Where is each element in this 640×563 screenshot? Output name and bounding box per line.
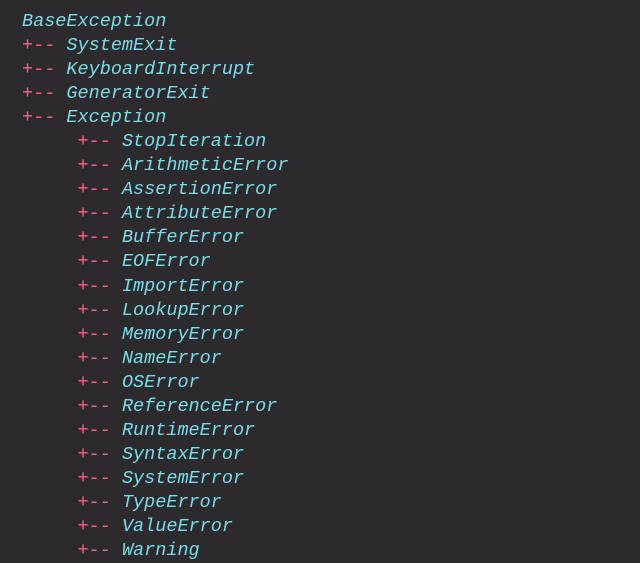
exception-name: LookupError — [122, 300, 244, 321]
tree-item: +-- EOFError — [22, 250, 618, 274]
tree-connector: +-- — [78, 516, 122, 537]
tree-item: +-- SystemExit — [22, 34, 618, 58]
tree-item: +-- Warning — [22, 539, 618, 563]
exception-name: ArithmeticError — [122, 155, 289, 176]
tree-item: +-- Exception — [22, 106, 618, 130]
exception-name: Warning — [122, 540, 200, 561]
exception-name: BaseException — [22, 11, 166, 32]
exception-name: Exception — [66, 107, 166, 128]
tree-item: +-- OSError — [22, 371, 618, 395]
tree-indent — [22, 420, 78, 441]
tree-item: +-- KeyboardInterrupt — [22, 58, 618, 82]
exception-name: KeyboardInterrupt — [66, 59, 255, 80]
tree-connector: +-- — [78, 276, 122, 297]
tree-indent — [22, 227, 78, 248]
exception-name: ValueError — [122, 516, 233, 537]
exception-name: BufferError — [122, 227, 244, 248]
tree-connector: +-- — [78, 131, 122, 152]
tree-item: +-- ReferenceError — [22, 395, 618, 419]
tree-item: +-- TypeError — [22, 491, 618, 515]
tree-connector: +-- — [78, 155, 122, 176]
tree-connector: +-- — [78, 203, 122, 224]
exception-name: ImportError — [122, 276, 244, 297]
tree-connector: +-- — [78, 179, 122, 200]
tree-item: +-- SystemError — [22, 467, 618, 491]
tree-item: +-- ValueError — [22, 515, 618, 539]
tree-indent — [22, 324, 78, 345]
tree-indent — [22, 300, 78, 321]
tree-indent — [22, 468, 78, 489]
tree-connector: +-- — [22, 107, 66, 128]
tree-item: +-- ImportError — [22, 275, 618, 299]
tree-connector: +-- — [78, 468, 122, 489]
exception-name: SyntaxError — [122, 444, 244, 465]
exception-name: OSError — [122, 372, 200, 393]
tree-connector: +-- — [78, 492, 122, 513]
exception-name: EOFError — [122, 251, 211, 272]
tree-indent — [22, 372, 78, 393]
tree-connector: +-- — [78, 444, 122, 465]
tree-item: +-- GeneratorExit — [22, 82, 618, 106]
tree-indent — [22, 155, 78, 176]
tree-item: +-- SyntaxError — [22, 443, 618, 467]
exception-name: ReferenceError — [122, 396, 277, 417]
tree-connector: +-- — [22, 83, 66, 104]
tree-connector: +-- — [78, 251, 122, 272]
tree-connector: +-- — [78, 227, 122, 248]
tree-connector: +-- — [78, 300, 122, 321]
tree-connector: +-- — [78, 348, 122, 369]
tree-root: BaseException — [22, 10, 618, 34]
exception-name: RuntimeError — [122, 420, 255, 441]
tree-connector: +-- — [78, 420, 122, 441]
tree-indent — [22, 492, 78, 513]
tree-connector: +-- — [78, 540, 122, 561]
exception-name: StopIteration — [122, 131, 266, 152]
tree-item: +-- BufferError — [22, 226, 618, 250]
tree-connector: +-- — [78, 396, 122, 417]
tree-indent — [22, 251, 78, 272]
tree-item: +-- NameError — [22, 347, 618, 371]
tree-connector: +-- — [22, 59, 66, 80]
exception-name: AssertionError — [122, 179, 277, 200]
tree-indent — [22, 276, 78, 297]
tree-connector: +-- — [78, 372, 122, 393]
tree-connector: +-- — [78, 324, 122, 345]
tree-item: +-- RuntimeError — [22, 419, 618, 443]
tree-indent — [22, 179, 78, 200]
exception-tree: BaseException +-- SystemExit +-- Keyboar… — [22, 10, 618, 563]
exception-name: SystemExit — [66, 35, 177, 56]
tree-item: +-- StopIteration — [22, 130, 618, 154]
tree-indent — [22, 131, 78, 152]
exception-name: AttributeError — [122, 203, 277, 224]
exception-name: NameError — [122, 348, 222, 369]
exception-name: SystemError — [122, 468, 244, 489]
tree-indent — [22, 516, 78, 537]
tree-indent — [22, 203, 78, 224]
exception-name: MemoryError — [122, 324, 244, 345]
exception-name: TypeError — [122, 492, 222, 513]
tree-item: +-- LookupError — [22, 299, 618, 323]
tree-indent — [22, 348, 78, 369]
exception-name: GeneratorExit — [66, 83, 210, 104]
tree-item: +-- AttributeError — [22, 202, 618, 226]
tree-item: +-- ArithmeticError — [22, 154, 618, 178]
tree-item: +-- AssertionError — [22, 178, 618, 202]
tree-indent — [22, 396, 78, 417]
tree-indent — [22, 444, 78, 465]
tree-connector: +-- — [22, 35, 66, 56]
tree-indent — [22, 540, 78, 561]
tree-item: +-- MemoryError — [22, 323, 618, 347]
